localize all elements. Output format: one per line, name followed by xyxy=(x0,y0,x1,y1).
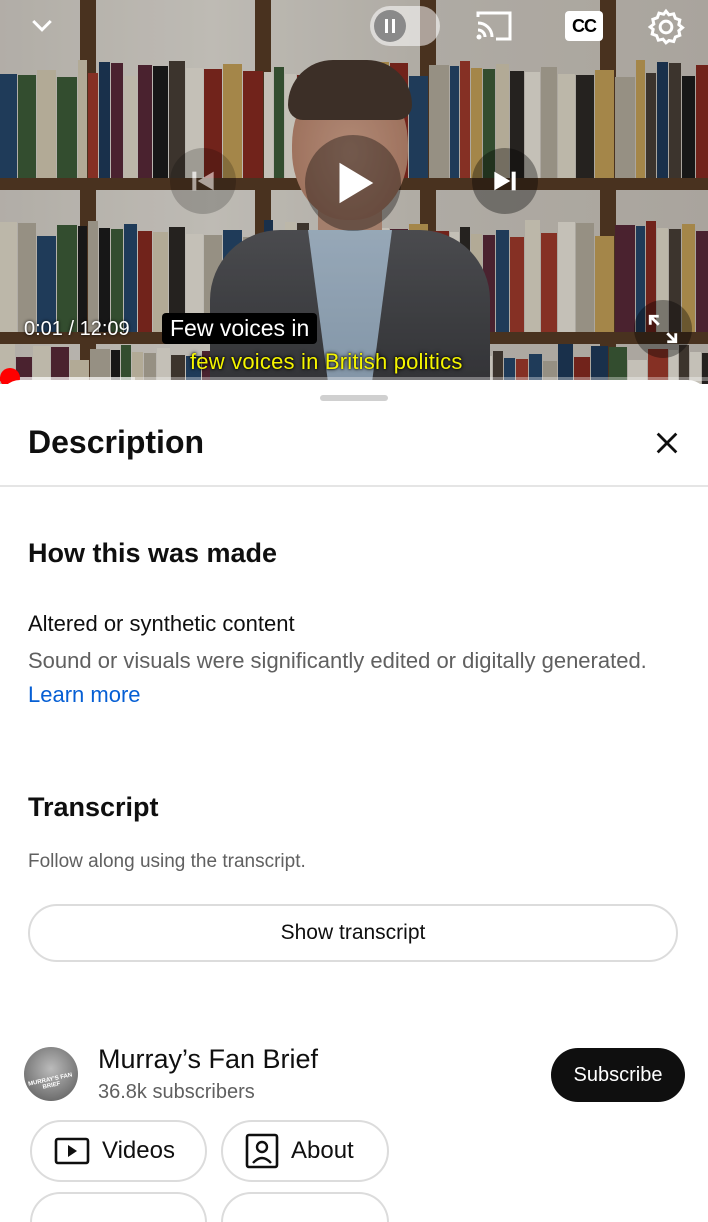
show-transcript-button[interactable]: Show transcript xyxy=(28,904,678,962)
video-play-icon xyxy=(54,1136,90,1166)
previous-icon[interactable] xyxy=(170,148,236,214)
settings-icon[interactable] xyxy=(643,4,689,50)
caption-line-2: few voices in British politics xyxy=(190,349,463,374)
more-button-partial[interactable] xyxy=(30,1192,207,1222)
videos-button[interactable]: Videos xyxy=(30,1120,207,1182)
synthetic-label: Altered or synthetic content xyxy=(28,611,295,636)
about-label: About xyxy=(291,1137,354,1164)
subscriber-count: 36.8k subscribers xyxy=(98,1081,255,1103)
play-icon[interactable] xyxy=(305,135,401,231)
cast-icon[interactable] xyxy=(470,6,518,46)
close-icon[interactable] xyxy=(648,424,686,462)
videos-label: Videos xyxy=(102,1137,175,1164)
autoplay-toggle[interactable] xyxy=(370,6,440,46)
transcript-subtext: Follow along using the transcript. xyxy=(28,851,306,872)
divider xyxy=(0,485,708,487)
video-player[interactable]: CC 0:01 / 12:09 Few voices in few voices… xyxy=(0,0,708,384)
person-box-icon xyxy=(245,1133,279,1169)
learn-more-link[interactable]: Learn more xyxy=(28,682,141,707)
more-button-partial[interactable] xyxy=(221,1192,389,1222)
channel-avatar[interactable]: MURRAY'S FAN BRIEF xyxy=(24,1047,78,1101)
about-button[interactable]: About xyxy=(221,1120,389,1182)
synthetic-description: Sound or visuals were significantly edit… xyxy=(28,644,648,712)
next-icon[interactable] xyxy=(472,148,538,214)
sheet-title: Description xyxy=(28,424,205,460)
cc-icon[interactable]: CC xyxy=(565,11,603,41)
how-made-heading: How this was made xyxy=(28,538,278,568)
description-sheet: Description How this was made Altered or… xyxy=(0,380,708,1222)
subscribe-button[interactable]: Subscribe xyxy=(551,1048,685,1102)
chevron-down-icon[interactable] xyxy=(22,6,62,46)
pause-icon xyxy=(374,10,406,42)
synthetic-text: Sound or visuals were significantly edit… xyxy=(28,648,647,673)
channel-name[interactable]: Murray’s Fan Brief xyxy=(98,1044,318,1075)
fullscreen-icon[interactable] xyxy=(634,300,692,358)
avatar-logo-text: MURRAY'S FAN BRIEF xyxy=(27,1072,73,1091)
transcript-heading: Transcript xyxy=(28,792,159,822)
caption-line-1: Few voices in xyxy=(162,313,318,344)
time-display: 0:01 / 12:09 xyxy=(24,318,130,340)
drag-handle[interactable] xyxy=(320,395,388,401)
